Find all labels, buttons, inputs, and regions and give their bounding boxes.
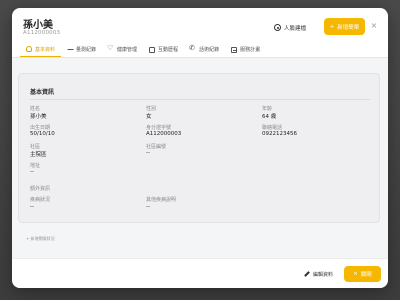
tab-bar: 基本資料 量測紀錄 健康管理 互動歷程 話術紀錄 服務計畫 xyxy=(12,42,388,58)
add-button[interactable]: + 新增簡單 xyxy=(324,18,365,35)
close-icon: × xyxy=(353,271,358,277)
modal-header: 孫小美 A112000003 人臉建檔 + 新增簡單 × xyxy=(12,8,388,42)
name-value: 孫小美 xyxy=(30,114,47,120)
tab-label: 互動歷程 xyxy=(158,47,179,53)
tab-label: 量測紀錄 xyxy=(76,47,97,53)
id-label: 身分證字號 xyxy=(146,125,172,131)
face-icon xyxy=(274,24,281,31)
tab-call-records[interactable]: 話術紀錄 xyxy=(184,42,225,57)
tab-service-plan[interactable]: 服務計畫 xyxy=(225,42,266,57)
other-disease-value: -- xyxy=(146,204,150,210)
district-code-value: -- xyxy=(146,150,150,156)
tab-label: 話術紀錄 xyxy=(199,47,220,53)
tab-health-management[interactable]: 健康管理 xyxy=(102,42,143,57)
district-value: 主院區 xyxy=(30,152,47,158)
birth-value: 50/10/10 xyxy=(30,131,55,137)
sheet-icon xyxy=(231,46,238,53)
tab-interaction-history[interactable]: 互動歷程 xyxy=(143,42,184,57)
birth-label: 出生日期 xyxy=(30,125,51,131)
phone-value: 0922123456 xyxy=(262,131,297,137)
add-button-label: 新增簡單 xyxy=(337,24,360,31)
phone-label: 聯絡電話 xyxy=(262,125,283,131)
add-care-status-link[interactable]: + 新增關懷狀況 xyxy=(26,236,55,242)
basic-info-card: 基本資訊 姓名 孫小美 性別 女 年齡 64 歲 出生日期 50/10/10 身… xyxy=(18,73,380,223)
age-label: 年齡 xyxy=(262,106,273,112)
gender-label: 性別 xyxy=(146,106,157,112)
document-icon xyxy=(149,46,156,53)
phone-icon xyxy=(189,44,196,53)
pencil-icon xyxy=(304,271,310,277)
age-value: 64 歲 xyxy=(262,114,277,120)
tab-label: 服務計畫 xyxy=(240,47,261,53)
face-register-button[interactable]: 人臉建檔 xyxy=(274,22,306,33)
section-title: 基本資訊 xyxy=(30,89,55,96)
face-register-label: 人臉建檔 xyxy=(284,25,307,32)
patient-detail-modal: 孫小美 A112000003 人臉建檔 + 新增簡單 × 基本資料 量測紀錄 健… xyxy=(12,8,388,288)
extra-info-title: 額外資訊 xyxy=(30,186,51,192)
gender-value: 女 xyxy=(146,114,152,120)
user-icon xyxy=(26,46,32,52)
district-label: 社區 xyxy=(30,144,41,150)
modal-footer: 編輯資料 × 關閉 xyxy=(12,258,388,288)
plus-icon: + xyxy=(329,23,335,30)
tab-label: 健康管理 xyxy=(117,47,138,53)
edit-data-label: 編輯資料 xyxy=(313,271,334,278)
tab-label: 基本資料 xyxy=(35,46,56,53)
district-code-label: 社區編號 xyxy=(146,144,167,150)
patient-id-number: A112000003 xyxy=(23,30,61,36)
address-value: -- xyxy=(30,169,34,175)
edit-data-button[interactable]: 編輯資料 xyxy=(304,268,333,280)
close-button[interactable]: × 關閉 xyxy=(344,266,381,282)
tab-content: 基本資訊 姓名 孫小美 性別 女 年齡 64 歲 出生日期 50/10/10 身… xyxy=(12,58,388,258)
disease-label: 疾病狀況 xyxy=(30,197,51,203)
id-value: A112000003 xyxy=(146,131,182,137)
other-disease-label: 其他疾病說明 xyxy=(146,197,177,203)
disease-value: -- xyxy=(30,204,34,210)
heart-icon xyxy=(107,44,114,53)
close-icon[interactable]: × xyxy=(369,21,379,31)
section-divider xyxy=(30,99,370,100)
patient-name: 孫小美 xyxy=(23,20,53,31)
name-label: 姓名 xyxy=(30,106,41,112)
close-button-label: 關閉 xyxy=(360,272,372,278)
tab-basic-info[interactable]: 基本資料 xyxy=(20,42,62,57)
address-label: 地址 xyxy=(30,163,41,169)
pulse-icon xyxy=(67,47,73,53)
tab-measurement-records[interactable]: 量測紀錄 xyxy=(61,42,102,57)
